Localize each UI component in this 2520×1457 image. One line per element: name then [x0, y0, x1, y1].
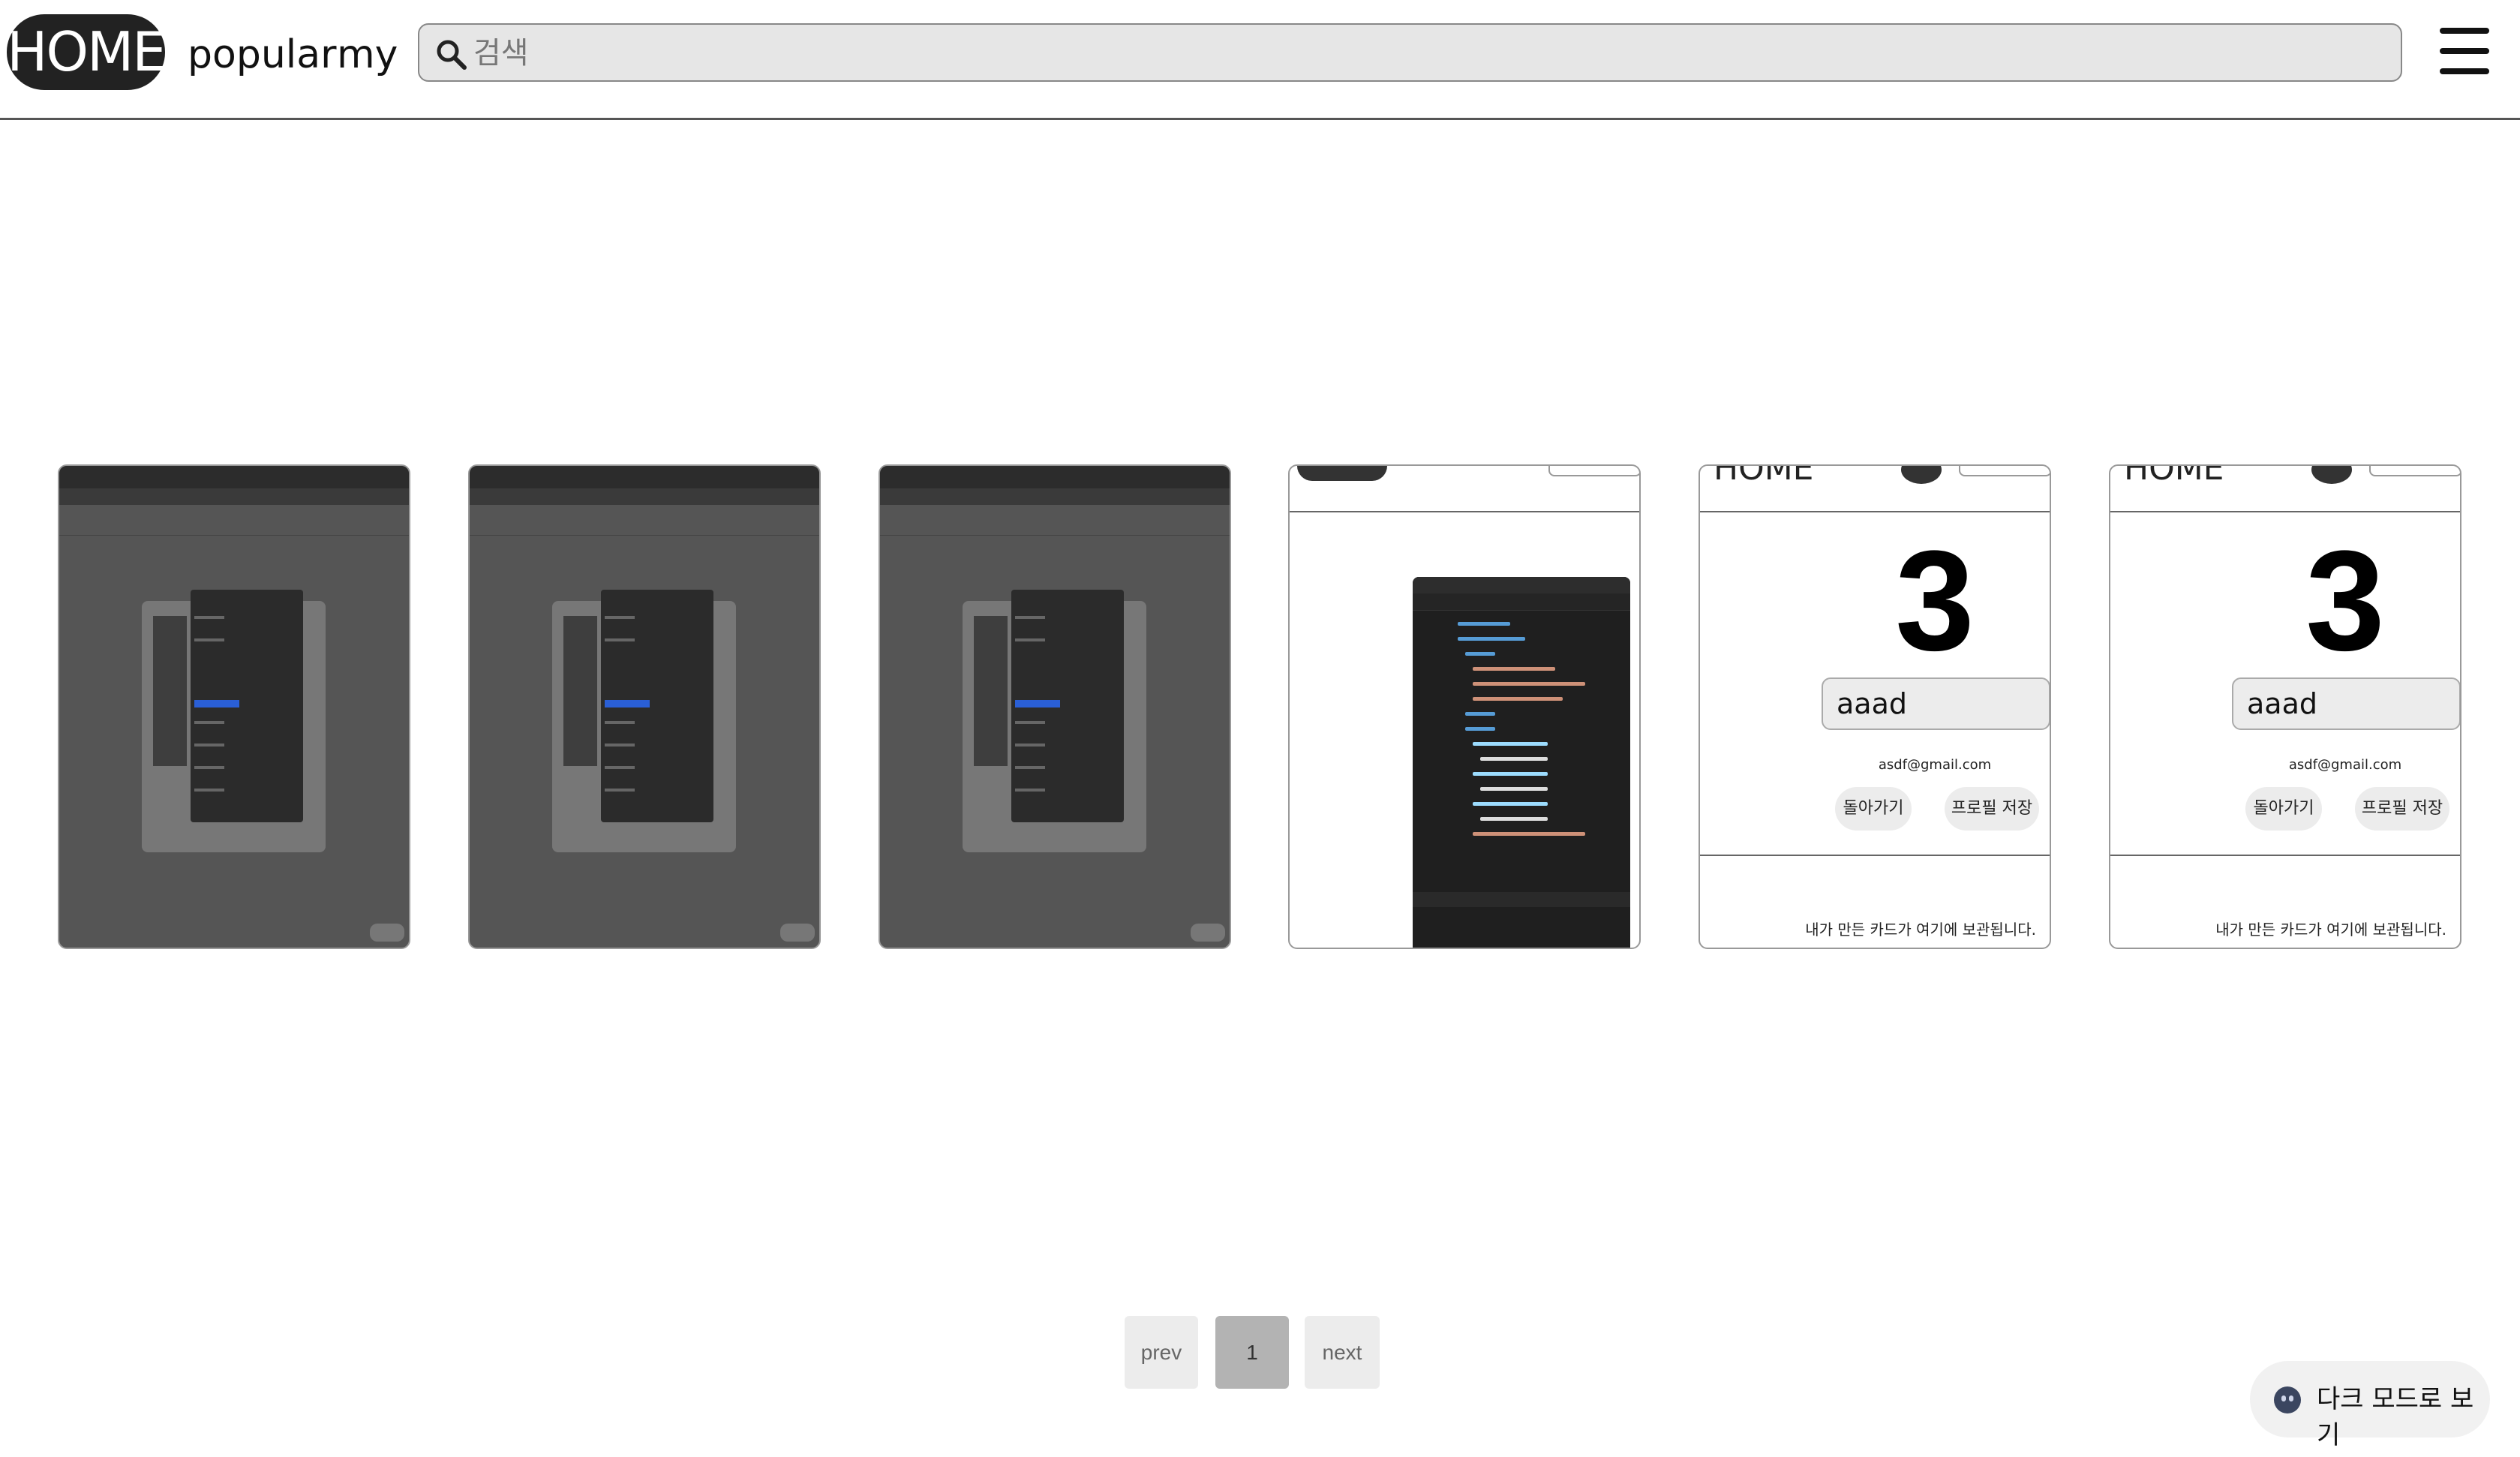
- nav-my-link[interactable]: my: [337, 29, 398, 81]
- card-thumbnail[interactable]: [879, 464, 1231, 949]
- back-button[interactable]: 돌아가기: [2245, 787, 2322, 831]
- search-icon: [434, 38, 467, 71]
- code-editor-image: [1413, 577, 1630, 948]
- card-code-preview[interactable]: [1288, 464, 1641, 949]
- next-page-button[interactable]: next: [1305, 1316, 1380, 1389]
- dark-mode-toggle-button[interactable]: 다크 모드로 보기: [2250, 1361, 2490, 1450]
- profile-home-logo: HOME: [2124, 464, 2224, 488]
- profile-note: 내가 만든 카드가 여기에 보관됩니다.: [2215, 921, 2446, 939]
- card-profile[interactable]: HOME 3 aaad asdf@gmail.com 돌아가기 프로필 저장 내…: [2109, 464, 2461, 949]
- back-button[interactable]: 돌아가기: [1835, 787, 1912, 831]
- dark-mode-label: 다크 모드로 보기: [2317, 1384, 2474, 1450]
- prev-page-button[interactable]: prev: [1125, 1316, 1198, 1389]
- profile-email: asdf@gmail.com: [2288, 757, 2402, 773]
- card-profile[interactable]: HOME 3 aaad asdf@gmail.com 돌아가기 프로필 저장 내…: [1699, 464, 2051, 949]
- nav-popular-link[interactable]: popular: [188, 29, 336, 81]
- save-profile-button[interactable]: 프로필 저장: [2355, 787, 2449, 831]
- hamburger-menu-icon[interactable]: [2440, 28, 2489, 74]
- card-thumbnail[interactable]: [468, 464, 821, 949]
- profile-note: 내가 만든 카드가 여기에 보관됩니다.: [1805, 921, 2036, 939]
- profile-number: 3: [1895, 521, 1975, 680]
- profile-home-logo: HOME: [1714, 464, 1814, 488]
- moon-icon: [2274, 1386, 2301, 1413]
- top-navbar: HOME popular my: [0, 0, 2520, 120]
- save-profile-button[interactable]: 프로필 저장: [1945, 787, 2039, 831]
- profile-number: 3: [2305, 521, 2385, 680]
- profile-name-field[interactable]: aaad: [2232, 677, 2460, 730]
- search-bar[interactable]: [418, 23, 2402, 82]
- home-logo-button[interactable]: HOME: [7, 14, 167, 90]
- page-1-button[interactable]: 1: [1215, 1316, 1289, 1389]
- card-thumbnail[interactable]: [58, 464, 410, 949]
- search-input[interactable]: [472, 25, 2380, 82]
- profile-email: asdf@gmail.com: [1878, 757, 1992, 773]
- profile-name-field[interactable]: aaad: [1822, 677, 2050, 730]
